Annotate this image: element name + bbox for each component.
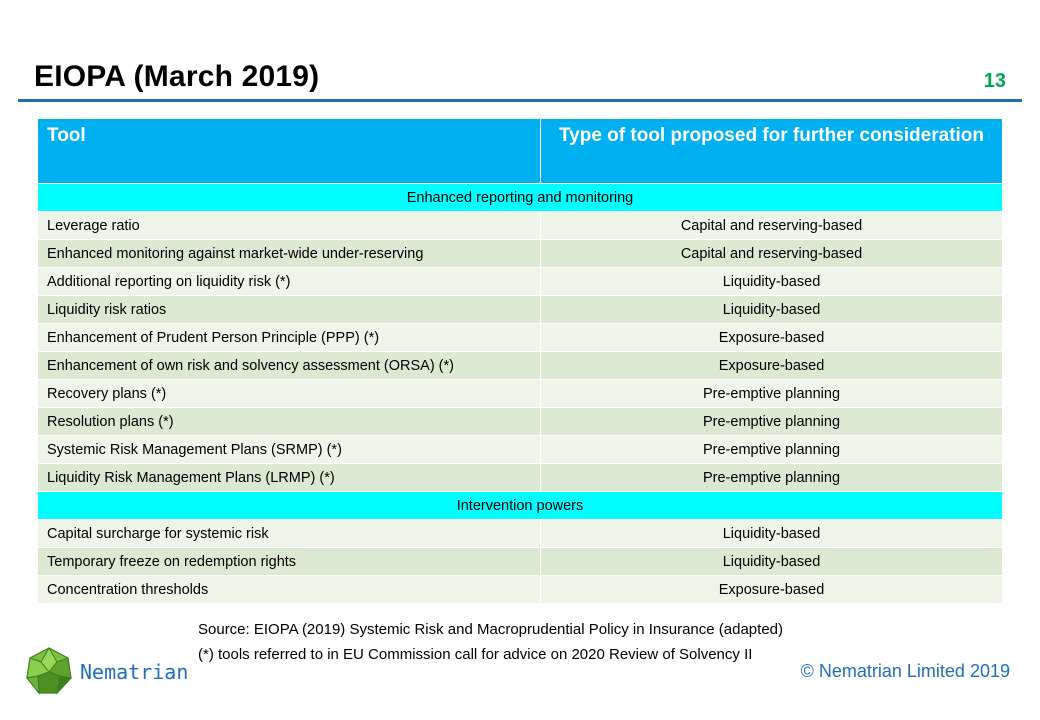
page-number: 13 <box>983 70 1006 92</box>
tool-cell: Enhanced monitoring against market-wide … <box>37 239 541 268</box>
table-row: Concentration thresholds Exposure-based <box>37 575 1003 604</box>
table-row: Systemic Risk Management Plans (SRMP) (*… <box>37 435 1003 464</box>
tool-cell: Enhancement of own risk and solvency ass… <box>37 351 541 380</box>
table-row: Resolution plans (*) Pre-emptive planning <box>37 407 1003 436</box>
table-row: Additional reporting on liquidity risk (… <box>37 267 1003 296</box>
source-note: Source: EIOPA (2019) Systemic Risk and M… <box>198 621 783 638</box>
table-row: Enhancement of Prudent Person Principle … <box>37 323 1003 352</box>
tool-cell: Liquidity Risk Management Plans (LRMP) (… <box>37 463 541 492</box>
tool-type-cell: Pre-emptive planning <box>540 435 1003 464</box>
table-row: Liquidity risk ratios Liquidity-based <box>37 295 1003 324</box>
table-header-row: Tool Type of tool proposed for further c… <box>37 118 1003 184</box>
tools-table: Tool Type of tool proposed for further c… <box>37 118 1003 604</box>
title-divider <box>18 99 1022 102</box>
tool-cell: Leverage ratio <box>37 211 541 240</box>
footnote: (*) tools referred to in EU Commission c… <box>198 646 753 663</box>
table-row: Liquidity Risk Management Plans (LRMP) (… <box>37 463 1003 492</box>
tool-cell: Liquidity risk ratios <box>37 295 541 324</box>
green-polyhedron-icon <box>26 646 72 695</box>
column-header-tool: Tool <box>37 118 541 184</box>
table-body: Enhanced reporting and monitoring Leverag… <box>37 183 1003 604</box>
tool-type-cell: Pre-emptive planning <box>540 379 1003 408</box>
section-row: Intervention powers <box>37 491 1003 520</box>
tool-cell: Resolution plans (*) <box>37 407 541 436</box>
tool-type-cell: Exposure-based <box>540 575 1003 604</box>
tool-cell: Capital surcharge for systemic risk <box>37 519 541 548</box>
tool-type-cell: Capital and reserving-based <box>540 239 1003 268</box>
section-row: Enhanced reporting and monitoring <box>37 183 1003 212</box>
tool-type-cell: Liquidity-based <box>540 547 1003 576</box>
table-row: Enhancement of own risk and solvency ass… <box>37 351 1003 380</box>
table-row: Enhanced monitoring against market-wide … <box>37 239 1003 268</box>
tool-type-cell: Capital and reserving-based <box>540 211 1003 240</box>
section-label: Enhanced reporting and monitoring <box>37 183 1003 212</box>
table-row: Capital surcharge for systemic risk Liqui… <box>37 519 1003 548</box>
tool-type-cell: Pre-emptive planning <box>540 463 1003 492</box>
slide-title: EIOPA (March 2019) <box>34 60 320 93</box>
copyright: © Nematrian Limited 2019 <box>800 661 1010 681</box>
tool-type-cell: Exposure-based <box>540 323 1003 352</box>
section-label: Intervention powers <box>37 491 1003 520</box>
tool-type-cell: Pre-emptive planning <box>540 407 1003 436</box>
tool-cell: Concentration thresholds <box>37 575 541 604</box>
tool-cell: Systemic Risk Management Plans (SRMP) (*… <box>37 435 541 464</box>
tool-cell: Enhancement of Prudent Person Principle … <box>37 323 541 352</box>
table-row: Temporary freeze on redemption rights Liq… <box>37 547 1003 576</box>
column-header-type: Type of tool proposed for further consid… <box>540 118 1003 184</box>
brand-name: Nematrian <box>80 660 189 684</box>
tool-cell: Additional reporting on liquidity risk (… <box>37 267 541 296</box>
tool-cell: Recovery plans (*) <box>37 379 541 408</box>
tool-type-cell: Exposure-based <box>540 351 1003 380</box>
tool-cell: Temporary freeze on redemption rights <box>37 547 541 576</box>
table-row: Leverage ratio Capital and reserving-base… <box>37 211 1003 240</box>
tool-type-cell: Liquidity-based <box>540 295 1003 324</box>
tool-type-cell: Liquidity-based <box>540 267 1003 296</box>
tool-type-cell: Liquidity-based <box>540 519 1003 548</box>
table-row: Recovery plans (*) Pre-emptive planning <box>37 379 1003 408</box>
